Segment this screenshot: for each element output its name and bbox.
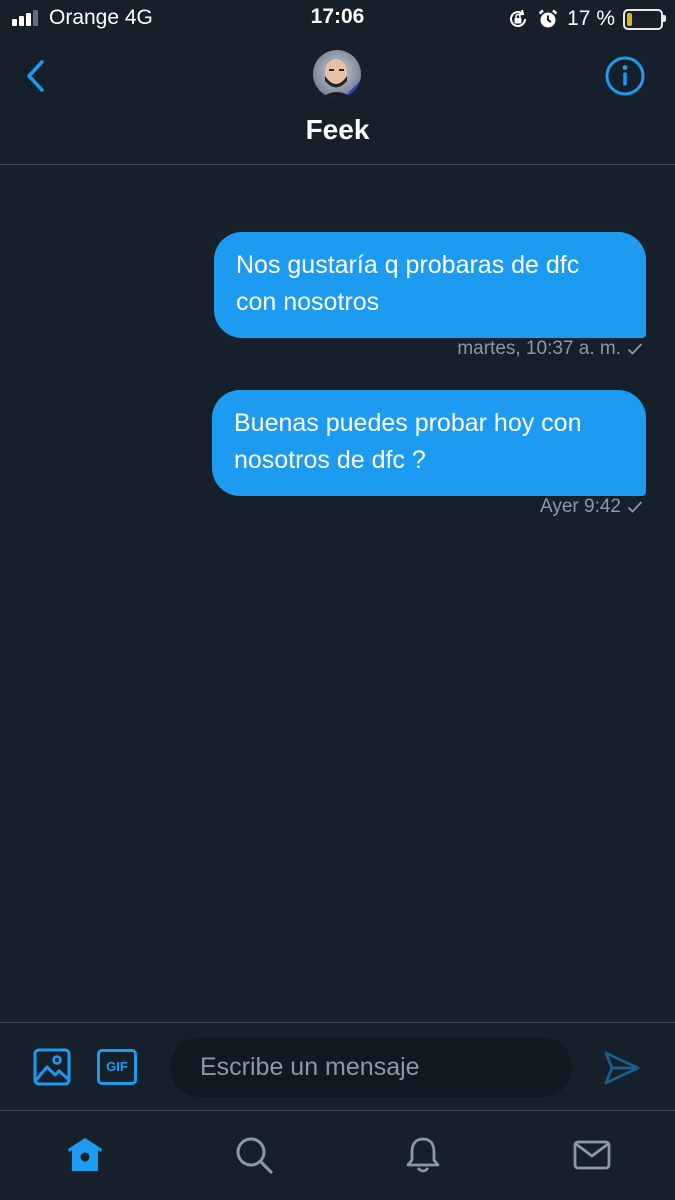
info-icon — [603, 54, 647, 98]
message-list: Nos gustaría q probaras de dfc con nosot… — [0, 165, 675, 1021]
mail-icon — [572, 1135, 612, 1175]
message-meta: Ayer 9:42 — [540, 496, 643, 518]
home-icon — [65, 1135, 105, 1175]
add-photo-button[interactable] — [32, 1047, 72, 1087]
conversation-header: Feek — [0, 38, 675, 165]
tab-home[interactable] — [65, 1135, 105, 1175]
battery-icon — [623, 8, 666, 30]
tab-messages[interactable] — [572, 1135, 612, 1175]
message-timestamp: Ayer 9:42 — [540, 496, 621, 517]
checkmark-icon — [627, 500, 643, 514]
tab-bar — [0, 1111, 675, 1200]
status-bar: Orange 4G 17:06 17 % — [0, 0, 675, 38]
contact-name[interactable]: Feek — [0, 114, 675, 146]
message-timestamp: martes, 10:37 a. m. — [457, 338, 621, 359]
send-button[interactable] — [602, 1048, 642, 1088]
message-bubble[interactable]: Nos gustaría q probaras de dfc con nosot… — [214, 232, 646, 338]
tab-search[interactable] — [234, 1135, 274, 1175]
checkmark-icon — [627, 342, 643, 356]
message-meta: martes, 10:37 a. m. — [457, 338, 643, 360]
dm-conversation-screen: Orange 4G 17:06 17 % Feek Nos gustaría q… — [0, 0, 675, 1200]
tab-notifications[interactable] — [403, 1135, 443, 1175]
avatar[interactable] — [313, 50, 361, 98]
alarm-icon — [537, 8, 559, 30]
search-icon — [234, 1135, 274, 1175]
battery-percent: 17 % — [567, 7, 615, 30]
message-input[interactable] — [170, 1037, 572, 1097]
send-icon — [602, 1048, 642, 1088]
back-button[interactable] — [18, 56, 54, 96]
info-button[interactable] — [603, 54, 647, 98]
image-icon — [32, 1047, 72, 1087]
bell-icon — [403, 1135, 443, 1175]
message-bubble[interactable]: Buenas puedes probar hoy con nosotros de… — [212, 390, 646, 496]
battery-level — [627, 12, 632, 26]
gif-button[interactable]: GIF — [97, 1049, 137, 1085]
gif-icon: GIF — [106, 1059, 128, 1074]
status-indicators: 17 % — [507, 6, 666, 32]
orientation-lock-icon — [507, 8, 529, 30]
back-chevron-icon — [18, 56, 54, 96]
message-composer: GIF — [0, 1022, 675, 1111]
